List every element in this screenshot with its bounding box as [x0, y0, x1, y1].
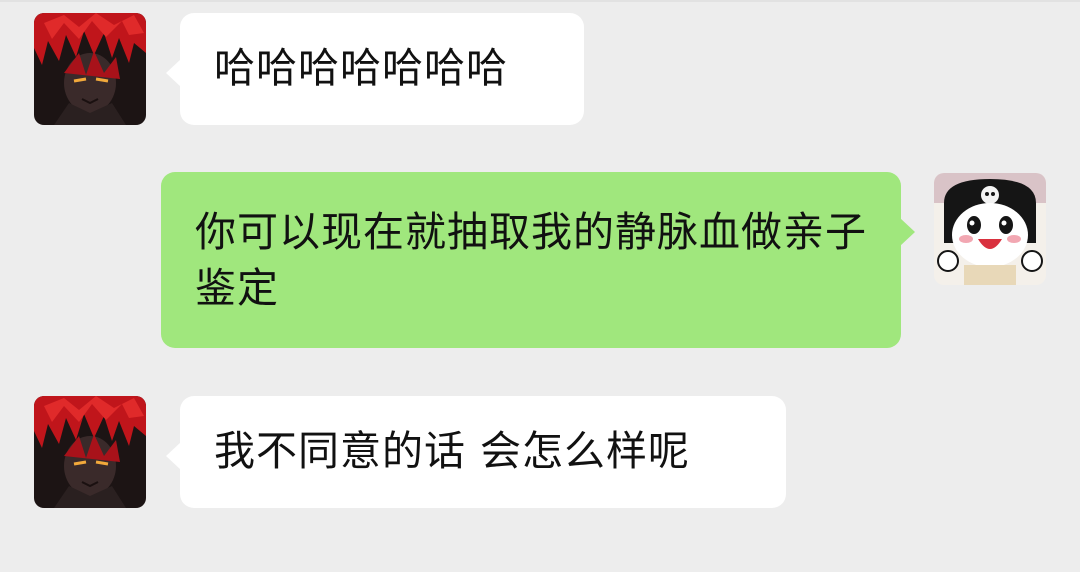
- message-bubble-outgoing[interactable]: 你可以现在就抽取我的静脉血做亲子鉴定: [161, 172, 915, 348]
- chat-view: 哈哈哈哈哈哈哈 你可以现在就抽取我的静脉血做亲子鉴定 我不同意的话 会怎么样呢: [0, 0, 1080, 572]
- message-text: 你可以现在就抽取我的静脉血做亲子鉴定: [195, 208, 867, 312]
- message-bubble-incoming[interactable]: 哈哈哈哈哈哈哈: [166, 13, 584, 125]
- message-text: 哈哈哈哈哈哈哈: [214, 44, 508, 92]
- avatar[interactable]: [34, 13, 146, 125]
- divider: [0, 0, 1080, 2]
- avatar[interactable]: [934, 173, 1046, 285]
- panda-cartoon-avatar-icon: [934, 173, 1046, 285]
- message-text: 我不同意的话 会怎么样呢: [214, 427, 691, 475]
- message-bubble-incoming[interactable]: 我不同意的话 会怎么样呢: [166, 396, 786, 508]
- red-haired-anime-avatar-icon: [34, 13, 146, 125]
- red-haired-anime-avatar-icon: [34, 396, 146, 508]
- avatar[interactable]: [34, 396, 146, 508]
